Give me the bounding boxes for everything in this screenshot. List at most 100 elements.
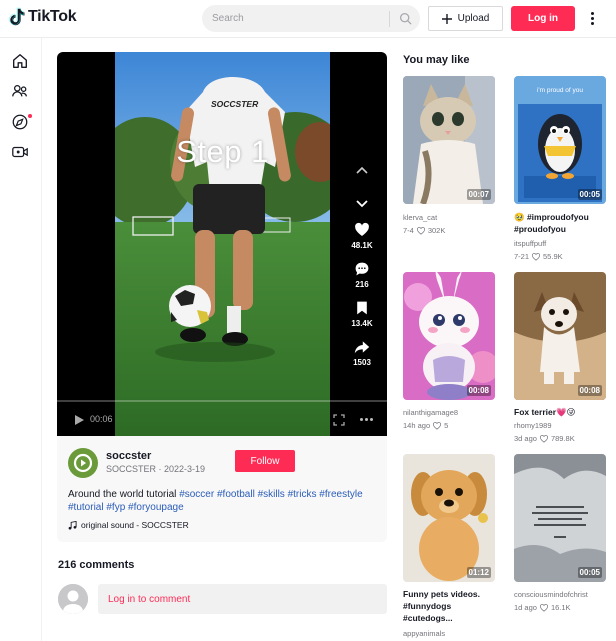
comment-button[interactable]: 216: [349, 261, 375, 289]
penguin-image: i'm proud of you: [514, 76, 606, 204]
heart-icon: [355, 222, 369, 236]
comment-count: 216: [355, 280, 369, 289]
more-options-icon[interactable]: [585, 8, 599, 28]
music-note-icon: [68, 520, 77, 530]
heart-outline-icon: [416, 226, 425, 235]
hashtag[interactable]: #fyp: [106, 502, 125, 513]
post-date: 3d ago: [514, 434, 537, 443]
upload-label: Upload: [457, 13, 490, 24]
home-icon[interactable]: [11, 52, 29, 70]
action-bar: 48.1K 216 13.4K 1503: [349, 222, 375, 378]
like-count: 55.9K: [543, 252, 563, 261]
recommended-username[interactable]: consciousmindofchrist: [514, 590, 588, 599]
chevron-up-icon[interactable]: [355, 165, 369, 175]
like-count: 5: [444, 421, 449, 430]
recommended-username[interactable]: rhomy1989: [514, 421, 552, 430]
video-frame: SOCCSTER: [115, 52, 330, 436]
like-button[interactable]: 48.1K: [349, 222, 375, 250]
recommended-video-thumbnail[interactable]: i'm proud of you 00:05: [514, 76, 606, 204]
progress-bar[interactable]: [57, 400, 387, 402]
notification-dot: [28, 114, 32, 118]
like-count: 302K: [427, 226, 446, 235]
video-duration: 00:08: [466, 385, 491, 396]
live-icon[interactable]: [11, 143, 29, 161]
comments-title: 216 comments: [58, 559, 135, 571]
like-count: 789.8K: [550, 434, 575, 443]
video-duration: 01:12: [466, 567, 491, 578]
hashtag[interactable]: #football: [217, 489, 255, 500]
upload-button[interactable]: Upload: [428, 6, 503, 31]
like-count: 16.1K: [550, 603, 571, 612]
tiktok-logo[interactable]: TikTok: [8, 7, 77, 27]
save-button[interactable]: 13.4K: [349, 300, 375, 328]
hashtag[interactable]: #soccer: [179, 489, 214, 500]
login-to-comment[interactable]: Log in to comment: [98, 584, 387, 614]
share-button[interactable]: 1503: [349, 339, 375, 367]
side-nav: [0, 38, 42, 641]
recommended-username[interactable]: klerva_cat: [403, 213, 437, 222]
bunny-image: [403, 272, 495, 400]
video-duration: 00:05: [577, 567, 602, 578]
comment-icon: [355, 262, 369, 276]
search-input[interactable]: [202, 5, 389, 32]
recommended-username[interactable]: itspuffpuff: [514, 239, 546, 248]
cat-image: [403, 76, 495, 204]
recommended-username[interactable]: appyanimals: [403, 629, 445, 638]
recommended-video-thumbnail[interactable]: 00:07: [403, 76, 495, 204]
recommended-video-thumbnail[interactable]: 01:12: [403, 454, 495, 582]
author-subtitle: SOCCSTER · 2022-3-19: [106, 464, 206, 474]
hashtag[interactable]: #tutorial: [68, 502, 104, 513]
thumbnail-text: i'm proud of you: [537, 87, 583, 94]
share-icon: [354, 341, 370, 354]
chevron-down-icon[interactable]: [355, 199, 369, 209]
recommended-meta: 3d ago 789.8K: [514, 434, 575, 443]
hashtag[interactable]: #tricks: [288, 489, 317, 500]
avatar: [58, 584, 88, 614]
video-player[interactable]: SOCCSTER Step 1 48.1K 216 13.4K 1503 00:…: [57, 52, 387, 436]
recommended-video-thumbnail[interactable]: 00:08: [403, 272, 495, 400]
recommended-username[interactable]: nilanthigamage8: [403, 408, 458, 417]
author-avatar[interactable]: [68, 448, 98, 478]
shirt-text: SOCCSTER: [211, 99, 259, 109]
video-nav-arrows: [355, 162, 369, 214]
recommended-title[interactable]: 🥹 #improudofyou #proudofyou: [514, 211, 610, 235]
video-duration: 00:08: [577, 385, 602, 396]
tiktok-logo-icon: [9, 7, 25, 26]
post-date: 7-21: [514, 252, 530, 261]
bookmark-icon: [357, 301, 367, 315]
hashtag[interactable]: #foryoupage: [128, 502, 184, 513]
video-controls: 00:06: [57, 392, 387, 436]
recommended-title[interactable]: Fox terrier💗😜: [514, 406, 610, 418]
search-button[interactable]: [390, 5, 420, 32]
author-username[interactable]: soccster: [106, 450, 151, 462]
heart-outline-icon: [539, 603, 548, 612]
recommended-video-thumbnail[interactable]: 00:05: [514, 454, 606, 582]
top-bar: TikTok Upload Log in: [0, 0, 616, 38]
play-icon[interactable]: [73, 414, 85, 426]
search-icon: [399, 12, 411, 25]
video-more-icon[interactable]: [360, 418, 373, 421]
recommended-video-thumbnail[interactable]: 00:08: [514, 272, 606, 400]
follow-button[interactable]: Follow: [235, 450, 295, 472]
following-icon[interactable]: [11, 82, 29, 100]
login-button[interactable]: Log in: [511, 6, 575, 31]
save-count: 13.4K: [351, 319, 373, 328]
sound-link[interactable]: original sound - SOCCSTER: [68, 520, 189, 530]
heart-outline-icon: [539, 434, 548, 443]
heart-outline-icon: [433, 421, 442, 430]
plus-icon: [441, 13, 452, 24]
recommended-title[interactable]: Funny pets videos. #funnydogs #cutedogs.…: [403, 588, 499, 624]
hashtag[interactable]: #skills: [258, 489, 285, 500]
caption-text: Around the world tutorial: [68, 489, 177, 500]
hashtag[interactable]: #freestyle: [319, 489, 362, 500]
logo-text: TikTok: [28, 8, 77, 25]
video-overlay-text: Step 1: [176, 134, 269, 169]
avatar-logo-icon: [69, 449, 97, 477]
soccer-player-image: SOCCSTER: [115, 52, 330, 436]
recommended-meta: 1d ago 16.1K: [514, 603, 571, 612]
explore-icon[interactable]: [11, 113, 29, 131]
user-placeholder-icon: [58, 584, 88, 614]
fullscreen-icon[interactable]: [333, 414, 345, 426]
video-duration: 00:05: [577, 189, 602, 200]
recommended-meta: 7-4 302K: [403, 226, 445, 235]
